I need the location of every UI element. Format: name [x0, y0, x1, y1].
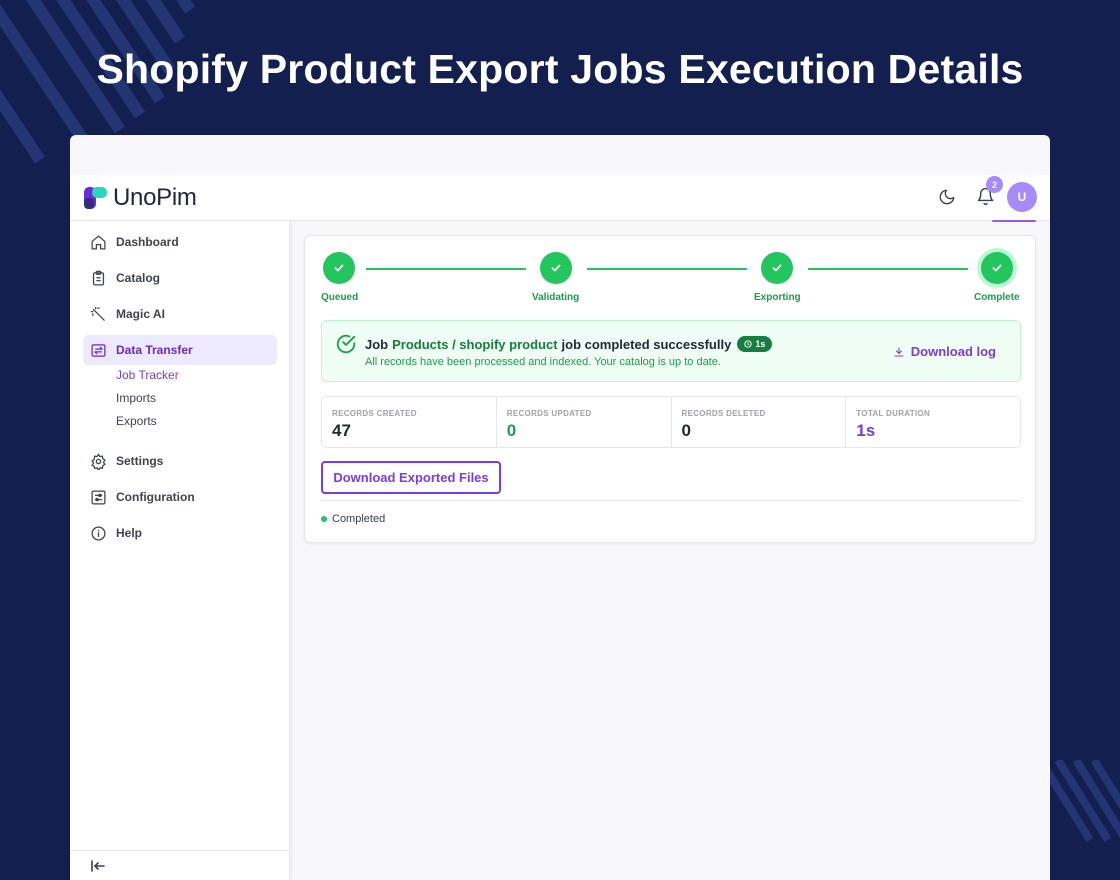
stat-value: 1s	[856, 421, 876, 440]
sidebar-item-catalog[interactable]: Catalog	[83, 263, 277, 293]
banner-suffix: job completed successfully	[561, 336, 732, 352]
sidebar-item-label: Dashboard	[116, 235, 179, 249]
banner-prefix: Job	[365, 336, 389, 352]
step-label-queued: Queued	[321, 292, 359, 303]
sliders-icon	[89, 488, 107, 506]
status-indicator: Completed	[321, 513, 385, 525]
job-details-card: Queued Validating Exporting Complete Job…	[304, 235, 1036, 543]
sidebar-item-label: Settings	[116, 454, 164, 468]
avatar[interactable]: U	[1007, 182, 1037, 212]
check-icon	[992, 264, 1002, 272]
decorative-stripes-bottom	[1040, 760, 1120, 843]
transfer-icon	[89, 341, 107, 359]
check-icon	[334, 264, 344, 272]
sidebar-item-label: Configuration	[116, 490, 195, 504]
download-exported-files-button[interactable]: Download Exported Files	[321, 461, 501, 494]
magic-wand-icon	[89, 305, 107, 323]
stat-records-created: RECORDS CREATED 47	[322, 397, 497, 447]
download-icon	[894, 346, 904, 357]
status-dot	[321, 516, 327, 522]
logo-icon	[84, 187, 107, 209]
sidebar-item-magic-ai[interactable]: Magic AI	[83, 299, 277, 329]
sidebar-subitem-imports[interactable]: Imports	[116, 391, 156, 405]
info-icon	[89, 524, 107, 542]
logo-text: UnoPim	[113, 184, 197, 211]
stat-value: 47	[332, 421, 351, 440]
sidebar-item-settings[interactable]: Settings	[83, 446, 277, 476]
gear-icon	[89, 452, 107, 470]
check-icon	[772, 264, 782, 272]
step-validating-circle	[540, 252, 572, 284]
step-complete-circle	[981, 252, 1013, 284]
stat-label: TOTAL DURATION	[856, 409, 931, 418]
status-text: Completed	[332, 513, 386, 525]
sidebar: Dashboard Catalog Magic AI Data Transfer…	[70, 221, 290, 880]
download-log-button[interactable]: Download log	[893, 344, 996, 359]
step-exporting-circle	[761, 252, 793, 284]
step-connector	[366, 268, 526, 270]
stat-label: RECORDS UPDATED	[506, 409, 592, 418]
clipboard-icon	[89, 269, 107, 287]
sidebar-item-help[interactable]: Help	[83, 518, 277, 548]
moon-icon	[939, 189, 955, 205]
job-link[interactable]: Products / shopify product	[392, 337, 557, 352]
sidebar-item-configuration[interactable]: Configuration	[83, 482, 277, 512]
success-banner: Job Products / shopify product job compl…	[321, 320, 1021, 382]
banner-subtitle: All records have been processed and inde…	[365, 356, 721, 368]
collapse-icon	[91, 859, 105, 872]
sidebar-item-label: Magic AI	[116, 307, 165, 321]
stat-value: 0	[506, 421, 517, 440]
step-connector	[587, 268, 747, 270]
logo[interactable]: UnoPim	[83, 184, 197, 212]
active-tab-indicator	[992, 220, 1036, 222]
banner-title: Job Products / shopify product job compl…	[365, 336, 773, 352]
duration-badge-text: 1s	[755, 339, 766, 349]
download-log-label: Download log	[910, 344, 996, 359]
step-connector	[808, 268, 968, 270]
stat-label: RECORDS DELETED	[681, 409, 766, 418]
sidebar-item-label: Help	[116, 526, 143, 540]
check-circle-icon	[336, 334, 356, 354]
sidebar-item-label: Catalog	[116, 271, 161, 285]
notification-badge: 2	[986, 176, 1003, 193]
stat-records-updated: RECORDS UPDATED 0	[497, 397, 672, 447]
sidebar-item-data-transfer[interactable]: Data Transfer	[83, 335, 277, 365]
sidebar-subitem-job-tracker[interactable]: Job Tracker	[116, 368, 179, 382]
stat-total-duration: TOTAL DURATION 1s	[846, 397, 1020, 447]
step-label-exporting: Exporting	[754, 292, 801, 303]
app-window: UnoPim 2 U Dashboard Catalog Magic AI Da…	[70, 135, 1050, 880]
step-queued-circle	[323, 252, 355, 284]
page-title: Shopify Product Export Jobs Execution De…	[96, 46, 1024, 92]
stat-label: RECORDS CREATED	[332, 409, 417, 418]
stat-value: 0	[681, 421, 691, 440]
collapse-sidebar-button[interactable]	[70, 850, 290, 880]
stats-row: RECORDS CREATED 47 RECORDS UPDATED 0 REC…	[321, 396, 1021, 448]
stat-records-deleted: RECORDS DELETED 0	[672, 397, 847, 447]
home-icon	[89, 233, 107, 251]
step-label-validating: Validating	[532, 292, 580, 303]
duration-badge: 1s	[737, 336, 773, 352]
check-icon	[551, 264, 561, 272]
step-label-complete: Complete	[974, 292, 1020, 303]
divider	[321, 500, 1021, 501]
sidebar-item-label: Data Transfer	[116, 343, 193, 357]
sidebar-subitem-exports[interactable]: Exports	[116, 414, 157, 428]
clock-icon	[744, 340, 752, 348]
sidebar-item-dashboard[interactable]: Dashboard	[83, 227, 277, 257]
top-bar: UnoPim 2 U	[70, 175, 1050, 221]
dark-mode-toggle[interactable]	[936, 186, 958, 208]
